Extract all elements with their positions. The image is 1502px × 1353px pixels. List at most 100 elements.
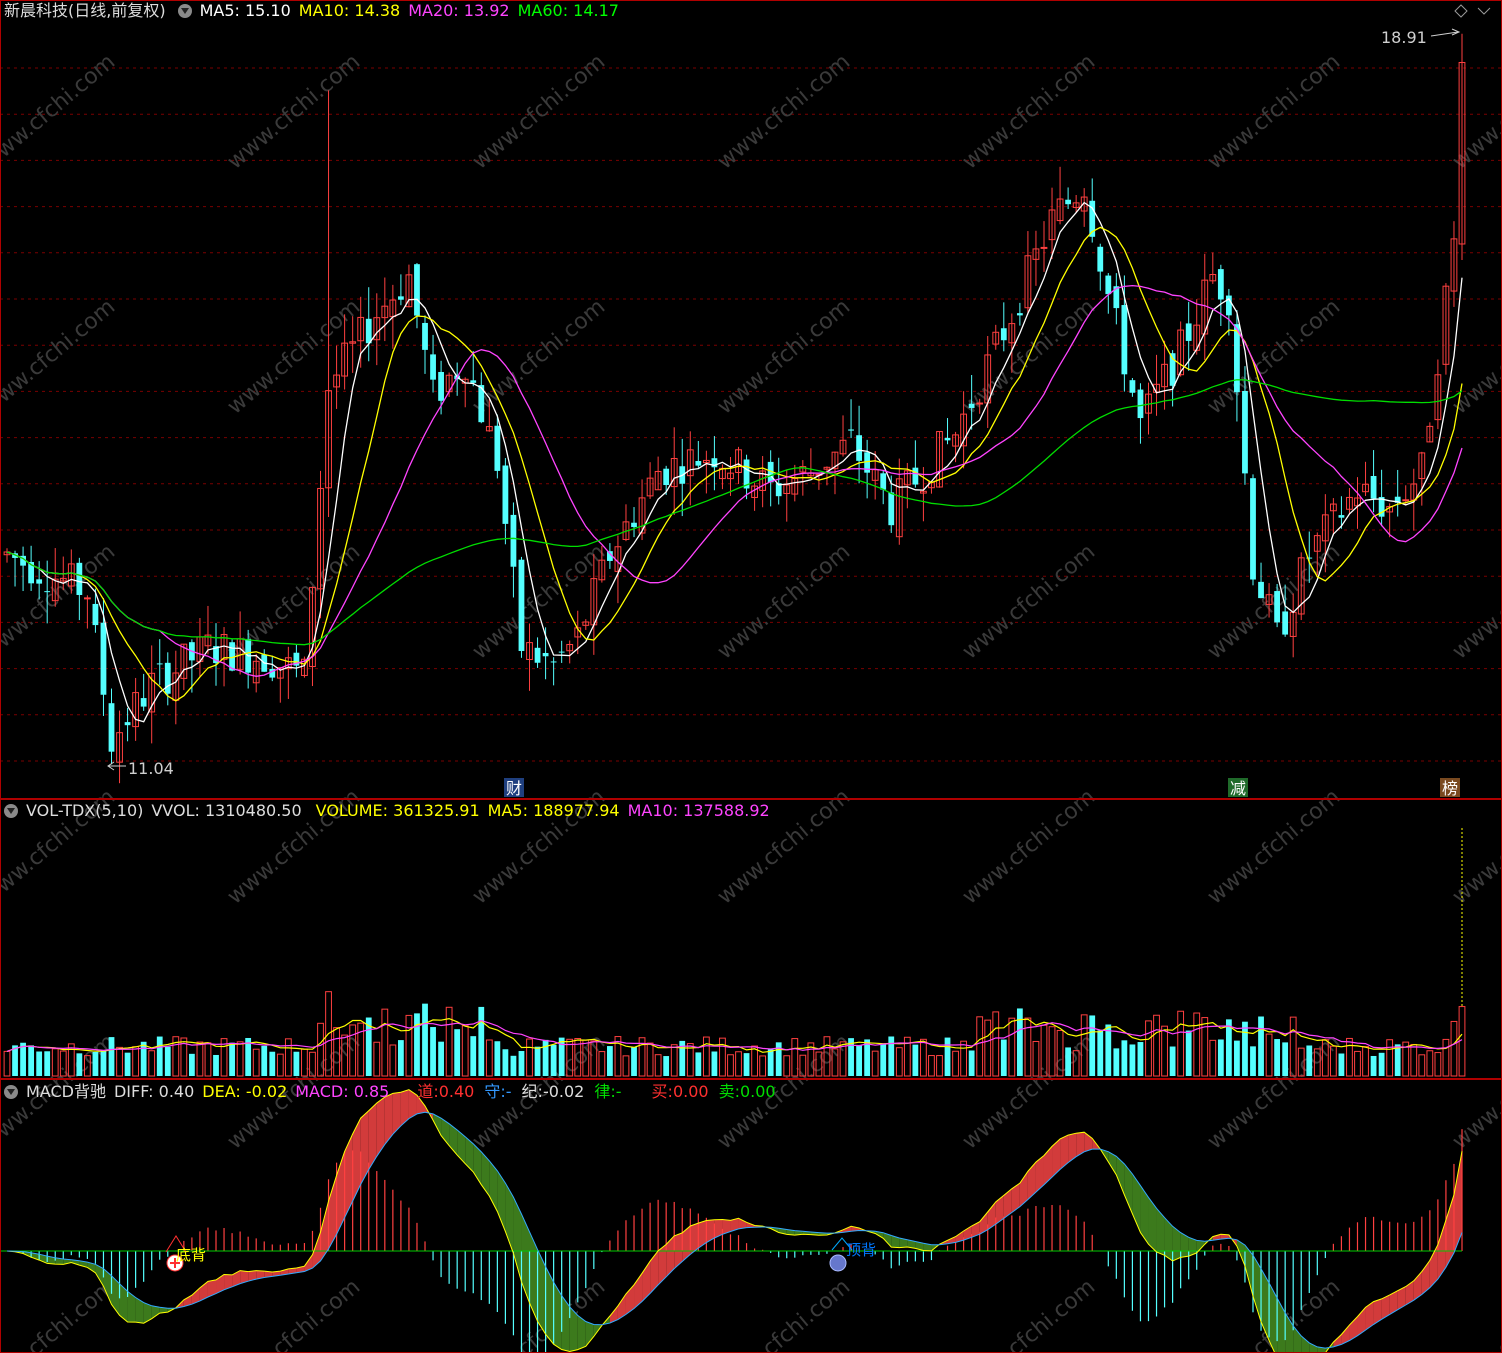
volume-bar: [494, 1041, 501, 1076]
shou-label: 守:: [484, 1082, 506, 1101]
watermark-layer: www.cfchi.com www.cfchi.com www.cfchi.com w…: [0, 49, 1502, 1353]
watermark-text: www.cfchi.com: [468, 539, 610, 664]
volume-bar: [164, 1046, 171, 1076]
top-divergence-label: 顶背: [846, 1241, 876, 1259]
volume-bar: [204, 1042, 212, 1077]
volume-bar: [502, 1049, 509, 1076]
dao-value: 0.40: [438, 1082, 475, 1101]
volume-bar: [100, 1050, 107, 1076]
indicator-menu-icon[interactable]: [177, 4, 192, 18]
macd-area-segment: [690, 1223, 699, 1255]
candle-body: [558, 651, 565, 653]
volume-bar: [1378, 1052, 1385, 1076]
event-bang-label: 榜: [1442, 779, 1458, 798]
macd-area-segment: [1116, 1156, 1125, 1195]
candle-body: [550, 661, 557, 663]
high-price-label: 18.91: [1381, 28, 1427, 47]
volume-bar: [430, 1027, 436, 1076]
volume-bar: [196, 1041, 204, 1077]
volume-bar: [702, 1036, 710, 1077]
buy-value: 0.00: [672, 1082, 709, 1101]
kline-chart[interactable]: www.cfchi.com www.cfchi.com www.cfchi.com w…: [0, 0, 1502, 1353]
volume-bar: [414, 1013, 420, 1076]
volume-bar: [438, 1041, 444, 1076]
sell-label: 卖:: [718, 1082, 740, 1101]
volume-bar: [1016, 1008, 1023, 1076]
volume-bar: [1242, 1021, 1248, 1076]
lv-readout: 律:-: [594, 1082, 621, 1101]
vol-ma5-readout: MA5: 188977.94: [487, 801, 620, 820]
volume-bar: [1354, 1050, 1361, 1077]
window-control-icon[interactable]: [1454, 4, 1491, 18]
ji-value: -0.02: [542, 1082, 585, 1101]
macd-area-segment: [1140, 1185, 1149, 1245]
candle-body: [1242, 390, 1248, 474]
watermark-text: www.cfchi.com: [468, 49, 610, 174]
candle-body: [1129, 380, 1136, 393]
volume-bar: [20, 1042, 26, 1076]
candle-body: [1370, 476, 1377, 499]
volume-bar: [888, 1036, 895, 1076]
macd-area-segment: [1437, 1220, 1446, 1280]
candle-body: [502, 465, 509, 524]
candle-body: [976, 402, 984, 405]
watermark-text: www.cfchi.com: [958, 784, 1100, 909]
volume-bar: [743, 1053, 750, 1076]
volume-bar: [759, 1055, 767, 1077]
candle-body: [1097, 246, 1104, 272]
volume-bar: [461, 1025, 469, 1077]
volume-bar: [381, 1008, 389, 1077]
volume-bar: [373, 1041, 381, 1077]
volume-bar: [1418, 1054, 1426, 1077]
volume-bar: [1450, 1020, 1458, 1077]
watermark-text: www.cfchi.com: [713, 294, 855, 419]
volume-bar: [526, 1038, 533, 1077]
volume-bar: [36, 1051, 43, 1076]
macd-area-segment: [328, 1175, 337, 1249]
macd-indicator-name[interactable]: MACD背驰: [26, 1082, 106, 1101]
stock-title[interactable]: 新晨科技(日线,前复权): [4, 1, 166, 20]
volume-bar: [928, 1055, 935, 1077]
macd-menu-icon[interactable]: [4, 1085, 18, 1099]
volume-bar: [1169, 1046, 1176, 1076]
volume-bar: [944, 1037, 951, 1076]
volume-bar: [132, 1046, 140, 1077]
candle-body: [1137, 389, 1144, 419]
macd-area-segment: [666, 1235, 675, 1277]
watermark-text: www.cfchi.com: [1203, 784, 1345, 909]
watermark-text: www.cfchi.com: [0, 1274, 120, 1353]
event-marker-jian[interactable]: 减: [1228, 778, 1248, 798]
volume-bar: [1145, 1020, 1152, 1077]
volume-bar: [284, 1038, 292, 1077]
candle-body: [365, 318, 372, 344]
volume-bar: [1000, 1039, 1007, 1076]
macd-area-segment: [320, 1201, 329, 1261]
watermark-text: www.cfchi.com: [1448, 294, 1502, 419]
volume-bar: [1258, 1016, 1264, 1076]
macd-area-segment: [1453, 1151, 1462, 1253]
event-marker-bang[interactable]: 榜: [1440, 778, 1460, 798]
candle-body: [534, 647, 541, 663]
volume-bar: [719, 1037, 726, 1077]
vvol-readout: VVOL: 1310480.50: [151, 801, 302, 820]
candle-body: [1258, 581, 1264, 599]
volume-bar: [1024, 1017, 1032, 1077]
volume-bar: [213, 1054, 219, 1076]
volume-bar: [188, 1053, 195, 1076]
volume-bar: [646, 1042, 654, 1077]
diff-readout: DIFF: 0.40: [113, 1082, 195, 1101]
volume-menu-icon[interactable]: [4, 804, 18, 818]
dea-readout: DEA: -0.02: [202, 1082, 288, 1101]
volume-bar: [751, 1045, 758, 1077]
candle-body: [1185, 323, 1192, 341]
volume-bar: [1346, 1037, 1353, 1077]
watermark-text: www.cfchi.com: [958, 1274, 1100, 1353]
candle-body: [140, 698, 147, 707]
vol-indicator-name[interactable]: VOL-TDX(5,10): [26, 801, 143, 820]
shou-readout: 守:-: [484, 1082, 511, 1101]
event-marker-cai[interactable]: 财: [504, 778, 524, 798]
volume-header: VOL-TDX(5,10) VVOL: 1310480.50 VOLUME: 361…: [0, 800, 778, 822]
volume-bar: [1217, 1039, 1224, 1076]
volume-bar: [1410, 1043, 1418, 1077]
volume-bar: [1153, 1014, 1160, 1077]
